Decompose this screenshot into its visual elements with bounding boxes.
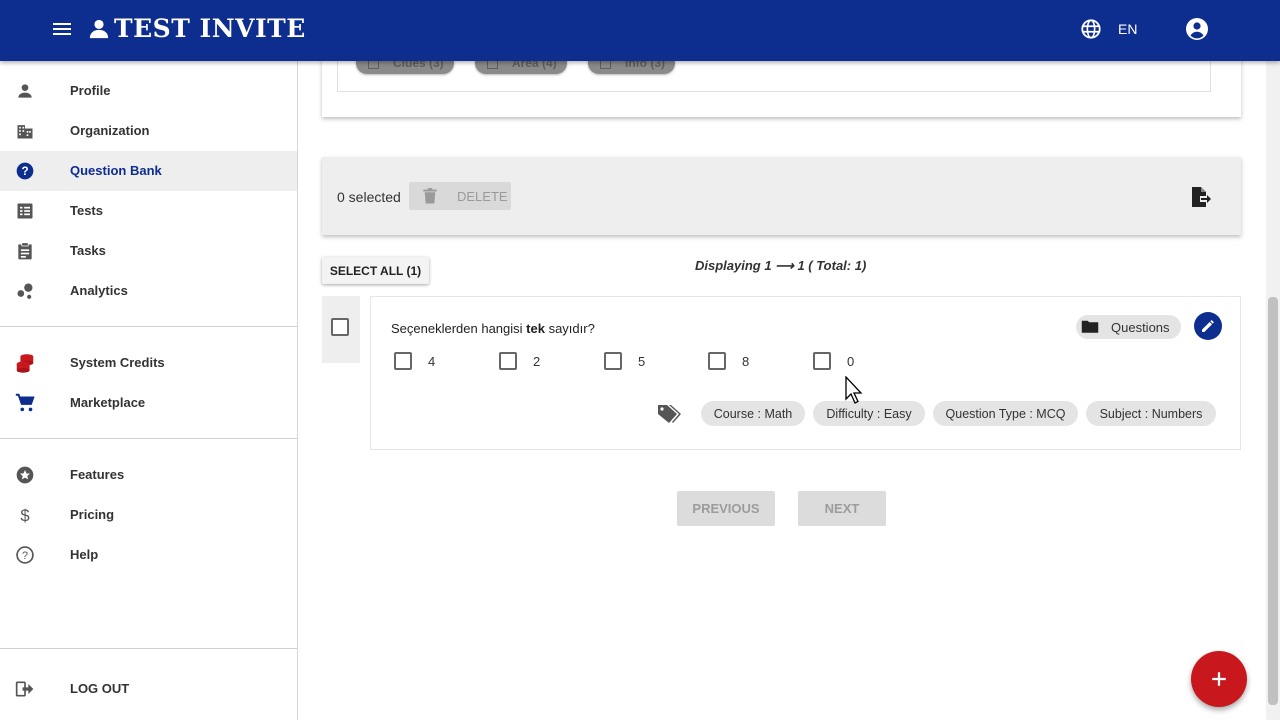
option-label: 8	[742, 353, 750, 369]
person-logo-icon	[89, 19, 109, 38]
folder-icon	[1081, 318, 1099, 336]
sidebar-item-label: System Credits	[70, 355, 165, 370]
logout-button[interactable]: LOG OUT	[0, 669, 297, 709]
tag-chip-question-type[interactable]: Question Type : MCQ	[933, 401, 1078, 426]
edit-button[interactable]	[1194, 312, 1222, 340]
help-circle-icon: ?	[14, 160, 36, 182]
checkbox-icon	[499, 352, 517, 370]
language-selector[interactable]: EN	[1118, 21, 1137, 37]
sidebar-item-system-credits[interactable]: System Credits	[0, 343, 297, 383]
checkbox-icon	[604, 352, 622, 370]
logout-icon	[14, 678, 36, 700]
sidebar-divider	[0, 438, 297, 439]
selected-count: 0 selected	[337, 189, 401, 205]
sidebar-item-label: Features	[70, 467, 125, 482]
folder-label: Questions	[1111, 319, 1170, 335]
question-text-emphasis: tek	[526, 321, 545, 336]
mouse-cursor-icon	[845, 375, 867, 406]
building-icon	[14, 120, 36, 142]
question-text: Seçeneklerden hangisi tek sayıdır?	[391, 321, 595, 336]
sidebar-item-help[interactable]: ? Help	[0, 535, 297, 575]
checkbox-icon	[813, 352, 831, 370]
answer-option[interactable]: 5	[604, 352, 645, 370]
sidebar-item-label: Marketplace	[70, 395, 146, 410]
tag-chip-difficulty[interactable]: Difficulty : Easy	[813, 401, 925, 426]
tag-chip-course[interactable]: Course : Math	[701, 401, 805, 426]
sidebar-item-marketplace[interactable]: Marketplace	[0, 383, 297, 423]
option-label: 5	[638, 353, 646, 369]
sidebar-divider	[0, 326, 297, 327]
sidebar-item-tests[interactable]: Tests	[0, 191, 297, 231]
globe-icon[interactable]	[1080, 18, 1102, 40]
tag-chip-subject[interactable]: Subject : Numbers	[1086, 401, 1216, 426]
answer-option[interactable]: 8	[708, 352, 749, 370]
answer-option[interactable]: 2	[499, 352, 540, 370]
previous-button[interactable]: PREVIOUS	[677, 491, 775, 526]
sidebar-item-question-bank[interactable]: ? Question Bank	[0, 151, 297, 191]
sidebar-item-label: Profile	[70, 83, 111, 98]
sidebar-item-label: Organization	[70, 123, 150, 138]
svg-text:?: ?	[21, 165, 28, 178]
add-question-button[interactable]	[1191, 651, 1247, 707]
folder-chip[interactable]: Questions	[1076, 315, 1181, 339]
sidebar-item-pricing[interactable]: $ Pricing	[0, 495, 297, 535]
person-icon	[14, 80, 36, 102]
sidebar-divider	[0, 648, 297, 649]
logout-label: LOG OUT	[70, 681, 130, 696]
sidebar: Profile Organization ? Question Bank Tes…	[0, 61, 298, 720]
cart-icon	[14, 392, 36, 414]
sidebar-item-label: Tests	[70, 203, 103, 218]
clipboard-icon	[14, 240, 36, 262]
sidebar-item-label: Question Bank	[70, 163, 162, 178]
next-button[interactable]: NEXT	[798, 491, 886, 526]
displaying-range: Displaying 1 ⟶ 1 ( Total: 1)	[695, 258, 867, 273]
delete-label: DELETE	[457, 188, 508, 204]
svg-text:$: $	[20, 506, 29, 525]
pencil-icon	[1202, 320, 1214, 332]
option-label: 2	[533, 353, 541, 369]
select-all-button[interactable]: SELECT ALL (1)	[322, 257, 429, 284]
delete-button[interactable]: DELETE	[409, 182, 511, 210]
brand-logo[interactable]: TEST INVITE	[88, 14, 306, 43]
sidebar-item-analytics[interactable]: Analytics	[0, 271, 297, 311]
checkbox-icon	[394, 352, 412, 370]
star-icon	[14, 464, 36, 486]
scrollbar-thumb[interactable]	[1268, 297, 1278, 705]
brand-name: TEST INVITE	[114, 14, 306, 43]
sidebar-item-profile[interactable]: Profile	[0, 71, 297, 111]
sidebar-item-label: Analytics	[70, 283, 128, 298]
dollar-icon: $	[14, 504, 36, 526]
tags-icon	[657, 403, 681, 425]
option-label: 0	[847, 353, 855, 369]
list-alt-icon	[14, 200, 36, 222]
sidebar-item-tasks[interactable]: Tasks	[0, 231, 297, 271]
answer-option[interactable]: 0	[813, 352, 854, 370]
export-icon[interactable]	[1188, 185, 1212, 209]
plus-icon	[1212, 672, 1226, 686]
svg-text:?: ?	[22, 550, 28, 562]
option-label: 4	[428, 353, 436, 369]
sidebar-item-features[interactable]: Features	[0, 455, 297, 495]
help-outline-icon: ?	[14, 544, 36, 566]
question-select-checkbox[interactable]	[331, 318, 349, 336]
sidebar-item-organization[interactable]: Organization	[0, 111, 297, 151]
answer-option[interactable]: 4	[394, 352, 435, 370]
bubble-chart-icon	[14, 280, 36, 302]
menu-icon[interactable]	[50, 17, 74, 41]
coins-icon	[14, 352, 36, 374]
account-circle-icon[interactable]	[1185, 17, 1209, 41]
checkbox-icon	[708, 352, 726, 370]
sidebar-item-label: Pricing	[70, 507, 115, 522]
trash-icon	[421, 187, 439, 205]
sidebar-item-label: Help	[70, 547, 99, 562]
sidebar-item-label: Tasks	[70, 243, 106, 258]
top-app-bar: TEST INVITE EN	[0, 0, 1280, 61]
